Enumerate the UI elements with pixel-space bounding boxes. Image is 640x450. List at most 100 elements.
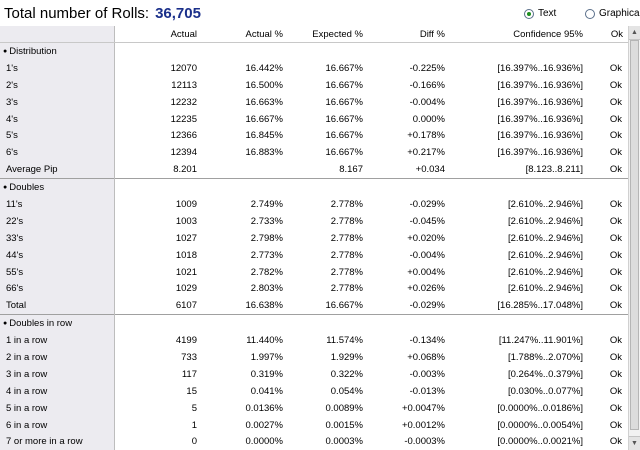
table-cell: -0.225% xyxy=(409,62,445,74)
table-cell: [16.397%..16.936%] xyxy=(497,96,583,108)
empty-cell xyxy=(288,314,368,333)
scroll-down-arrow-icon[interactable]: ▼ xyxy=(629,436,640,450)
table-cell: [16.397%..16.936%] xyxy=(497,113,583,125)
section-header-row[interactable]: ● Doubles xyxy=(0,178,628,197)
section-header-row[interactable]: ● Doubles in row xyxy=(0,314,628,333)
empty-cell xyxy=(450,314,588,333)
table-cell: 2.778% xyxy=(330,266,363,278)
table-cell: 0.041% xyxy=(250,385,283,397)
empty-cell xyxy=(588,43,628,60)
table-cell: -0.003% xyxy=(409,368,445,380)
table-cell: Ok xyxy=(609,436,622,448)
table-cell: Ok xyxy=(609,402,622,414)
table-cell: 8.201 xyxy=(173,164,197,176)
table-row[interactable]: 22's 1003 2.733% 2.778% -0.045% [2.610%..2.94… xyxy=(0,212,628,230)
section-header[interactable]: ● Distribution xyxy=(0,42,115,60)
table-row[interactable]: 11's 1009 2.749% 2.778% -0.029% [2.610%..2.94… xyxy=(0,196,628,213)
row-label: 33's xyxy=(0,229,115,247)
table-cell: Ok xyxy=(609,335,622,347)
table-row[interactable]: 4 in a row 15 0.041% 0.054% -0.013% [0.030%..… xyxy=(0,382,628,400)
section-header[interactable]: ● Doubles in row xyxy=(0,314,115,333)
empty-cell xyxy=(450,178,588,197)
table-row[interactable]: 44's 1018 2.773% 2.778% -0.004% [2.610%..2.94… xyxy=(0,246,628,264)
row-label: 66's xyxy=(0,280,115,298)
bullet-icon: ● xyxy=(3,47,8,55)
table-cell: Ok xyxy=(609,419,622,431)
table-cell: 5 xyxy=(191,402,197,414)
graphical-view-radio[interactable]: Graphical xyxy=(585,8,640,19)
text-view-label[interactable]: Text xyxy=(538,8,556,19)
scrollbar-thumb[interactable] xyxy=(630,40,639,430)
radio-unselected-icon[interactable] xyxy=(585,8,595,19)
table-cell: 0.319% xyxy=(250,368,283,380)
table-row[interactable]: 5 in a row 5 0.0136% 0.0089% +0.0047% [0.0000… xyxy=(0,399,628,417)
table-row[interactable]: 2 in a row 733 1.997% 1.929% +0.068% [1.788%.… xyxy=(0,349,628,366)
empty-cell xyxy=(202,178,288,197)
row-label: 6's xyxy=(0,144,115,162)
column-header-row: Actual Actual % Expected % Diff % Confidence… xyxy=(0,26,628,43)
radio-selected-icon[interactable] xyxy=(524,8,534,19)
table-cell: 2.778% xyxy=(330,283,363,295)
table-row[interactable]: 33's 1027 2.798% 2.778% +0.020% [2.610%..2.94… xyxy=(0,229,628,247)
table-cell: [0.0000%..0.0054%] xyxy=(497,419,583,431)
table-cell: 2.733% xyxy=(250,215,283,227)
row-label: 22's xyxy=(0,212,115,230)
column-header[interactable]: Actual % xyxy=(202,26,288,43)
table-cell: 2.778% xyxy=(330,215,363,227)
column-header[interactable]: Diff % xyxy=(368,26,450,43)
empty-cell xyxy=(114,314,202,333)
table-row[interactable]: 5's 12366 16.845% 16.667% +0.178% [16.397%..1… xyxy=(0,127,628,145)
row-label: 44's xyxy=(0,246,115,264)
graphical-view-label[interactable]: Graphical xyxy=(599,8,640,19)
statistics-grid[interactable]: Actual Actual % Expected % Diff % Confidence… xyxy=(0,26,628,450)
table-cell: Ok xyxy=(609,215,622,227)
vertical-scrollbar[interactable]: ▲ ▼ xyxy=(628,26,640,450)
table-cell: Ok xyxy=(609,283,622,295)
table-row[interactable]: 2's 12113 16.500% 16.667% -0.166% [16.397%..1… xyxy=(0,76,628,94)
table-row[interactable]: 7 or more in a row 0 0.0000% 0.0003% -0.0003… xyxy=(0,433,628,450)
table-cell: 1027 xyxy=(175,232,197,244)
table-row[interactable]: 3 in a row 117 0.319% 0.322% -0.003% [0.264%.… xyxy=(0,365,628,383)
table-row[interactable]: 4's 12235 16.667% 16.667% 0.000% [16.397%..16… xyxy=(0,110,628,128)
column-header[interactable]: Ok xyxy=(588,26,628,43)
column-header[interactable] xyxy=(0,26,115,43)
table-cell: [2.610%..2.946%] xyxy=(508,215,583,227)
table-cell: 117 xyxy=(181,368,197,380)
row-label: 6 in a row xyxy=(0,416,115,434)
table-row[interactable]: Average Pip 8.201 8.167 +0.034 [8.123..8.211… xyxy=(0,161,628,179)
table-cell: 1 xyxy=(191,419,197,431)
section-header-row[interactable]: ● Distribution xyxy=(0,42,628,60)
table-row[interactable]: Total 6107 16.638% 16.667% -0.029% [16.285%..… xyxy=(0,297,628,315)
section-header[interactable]: ● Doubles xyxy=(0,178,115,197)
table-row[interactable]: 1 in a row 4199 11.440% 11.574% -0.134% [11.2… xyxy=(0,332,628,350)
table-cell: +0.0047% xyxy=(401,402,445,414)
table-cell: 16.442% xyxy=(245,62,283,74)
table-cell: 2.749% xyxy=(250,198,283,210)
scroll-up-arrow-icon[interactable]: ▲ xyxy=(629,26,640,40)
table-row[interactable]: 1's 12070 16.442% 16.667% -0.225% [16.397%..1… xyxy=(0,59,628,77)
table-cell: 4199 xyxy=(175,335,197,347)
table-cell: 2.782% xyxy=(250,266,283,278)
table-cell: 2.803% xyxy=(250,283,283,295)
text-view-radio[interactable]: Text xyxy=(524,8,556,19)
table-cell: 0.0136% xyxy=(245,402,283,414)
table-row[interactable]: 66's 1029 2.803% 2.778% +0.026% [2.610%..2.94… xyxy=(0,280,628,298)
table-cell: 0.0027% xyxy=(245,419,283,431)
row-label: 2 in a row xyxy=(0,349,115,366)
table-cell: 12070 xyxy=(170,62,197,74)
table-row[interactable]: 6's 12394 16.883% 16.667% +0.217% [16.397%..1… xyxy=(0,144,628,162)
table-cell: [8.123..8.211] xyxy=(525,164,583,176)
table-row[interactable]: 3's 12232 16.663% 16.667% -0.004% [16.397%..1… xyxy=(0,93,628,111)
table-cell: 733 xyxy=(181,351,197,363)
table-cell: 6107 xyxy=(175,300,197,312)
column-header[interactable]: Actual xyxy=(114,26,202,43)
table-row[interactable]: 55's 1021 2.782% 2.778% +0.004% [2.610%..2.94… xyxy=(0,263,628,281)
table-cell: 1029 xyxy=(175,283,197,295)
column-header[interactable]: Expected % xyxy=(288,26,368,43)
table-cell: 16.667% xyxy=(325,300,363,312)
table-cell: Ok xyxy=(609,368,622,380)
bullet-icon: ● xyxy=(3,320,8,328)
column-header[interactable]: Confidence 95% xyxy=(450,26,588,43)
table-cell: +0.217% xyxy=(407,147,445,159)
table-row[interactable]: 6 in a row 1 0.0027% 0.0015% +0.0012% [0.0000… xyxy=(0,416,628,434)
